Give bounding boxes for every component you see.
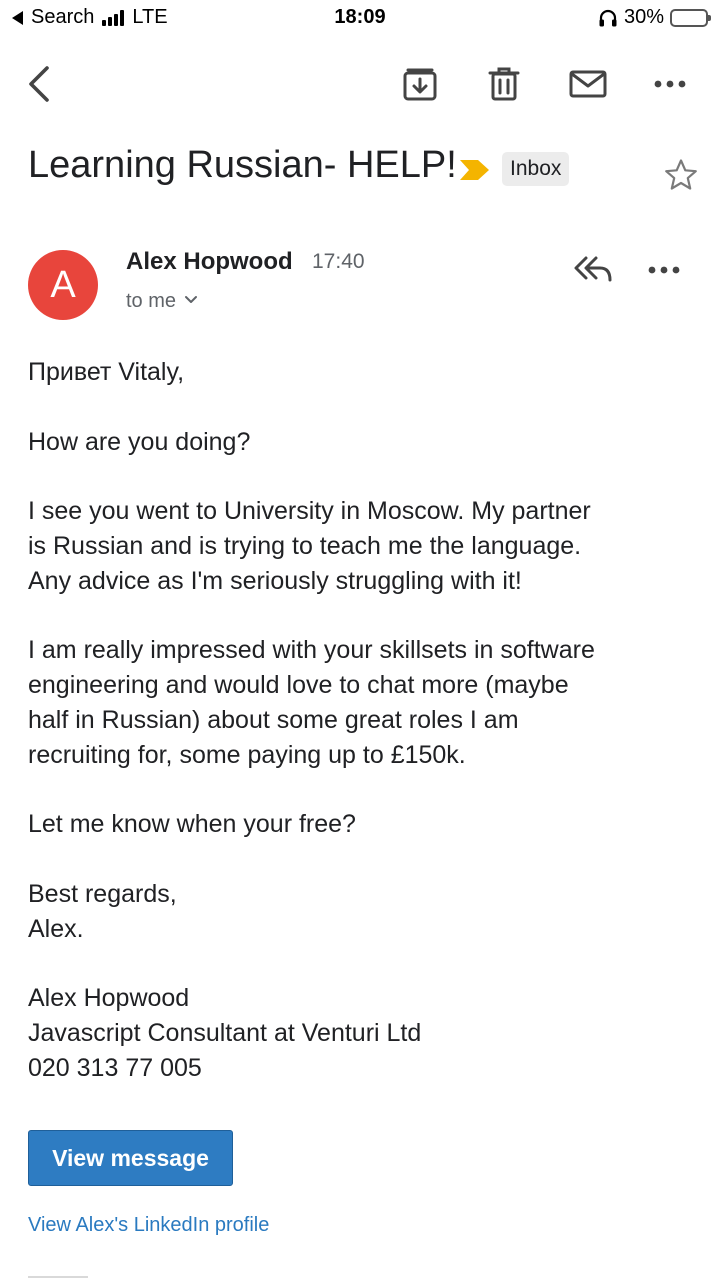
trash-icon [488, 67, 520, 101]
status-bar: Search LTE 18:09 30% [0, 0, 720, 36]
email-subject: Learning Russian- HELP! [28, 144, 457, 186]
back-button[interactable] [16, 62, 60, 106]
status-right: 30% [598, 6, 711, 29]
battery-icon [670, 8, 711, 27]
view-message-button[interactable]: View message [28, 1130, 233, 1186]
body-paragraph: How are you doing? [28, 427, 251, 456]
message-more-button[interactable] [648, 250, 680, 295]
more-icon [654, 80, 686, 88]
inbox-label-chip[interactable]: Inbox [502, 152, 570, 186]
reply-all-icon [574, 256, 612, 282]
signature-title: Javascript Consultant at Venturi Ltd [28, 1019, 422, 1048]
star-icon[interactable] [664, 158, 698, 192]
importance-marker-icon[interactable] [460, 158, 490, 182]
body-paragraph: Let me know when your free? [28, 810, 356, 839]
sent-time: 17:40 [312, 250, 365, 273]
recipient-label: to me [126, 290, 177, 312]
subject-row: Learning Russian- HELP! Inbox [28, 144, 698, 204]
archive-icon [403, 68, 437, 101]
email-body: Привет Vitaly, How are you doing? I see … [28, 355, 698, 1086]
sender-avatar[interactable]: A [28, 250, 98, 320]
signature: Alex Hopwood Javascript Consultant at Ve… [28, 981, 698, 1085]
reply-all-button[interactable] [572, 250, 614, 291]
body-paragraph: I am really impressed with your skillset… [28, 633, 698, 772]
archive-button[interactable] [398, 62, 442, 106]
body-line: Any advice as I'm seriously struggling w… [28, 566, 522, 595]
battery-percent: 30% [623, 6, 664, 28]
sign-off-line: Alex. [28, 914, 84, 943]
more-options-button[interactable] [648, 62, 692, 106]
body-line: is Russian and is trying to teach me the… [28, 531, 582, 560]
linkedin-profile-link[interactable]: View Alex's LinkedIn profile [28, 1214, 269, 1237]
body-line: half in Russian) about some great roles … [28, 705, 519, 734]
back-arrow-icon [29, 66, 49, 102]
recipient-details-toggle[interactable]: to me [126, 290, 198, 313]
body-paragraph: I see you went to University in Moscow. … [28, 494, 698, 598]
body-line: I am really impressed with your skillset… [28, 636, 595, 665]
delete-button[interactable] [482, 62, 526, 106]
body-line: I see you went to University in Moscow. … [28, 497, 591, 526]
email-toolbar [0, 50, 720, 116]
signature-phone[interactable]: 020 313 77 005 [28, 1051, 698, 1086]
body-line: engineering and would love to chat more … [28, 671, 569, 700]
sender-name: Alex Hopwood [126, 248, 293, 275]
body-line: recruiting for, some paying up to £150k. [28, 740, 466, 769]
signature-name: Alex Hopwood [28, 984, 190, 1013]
more-icon [648, 266, 680, 274]
chevron-down-icon [185, 296, 198, 303]
sign-off: Best regards, Alex. [28, 877, 698, 947]
sign-off-line: Best regards, [28, 879, 177, 908]
greeting: Привет Vitaly, [28, 358, 185, 386]
mark-unread-icon [569, 70, 607, 98]
headphones-icon [599, 9, 617, 26]
mark-unread-button[interactable] [566, 62, 610, 106]
divider [28, 1276, 88, 1278]
